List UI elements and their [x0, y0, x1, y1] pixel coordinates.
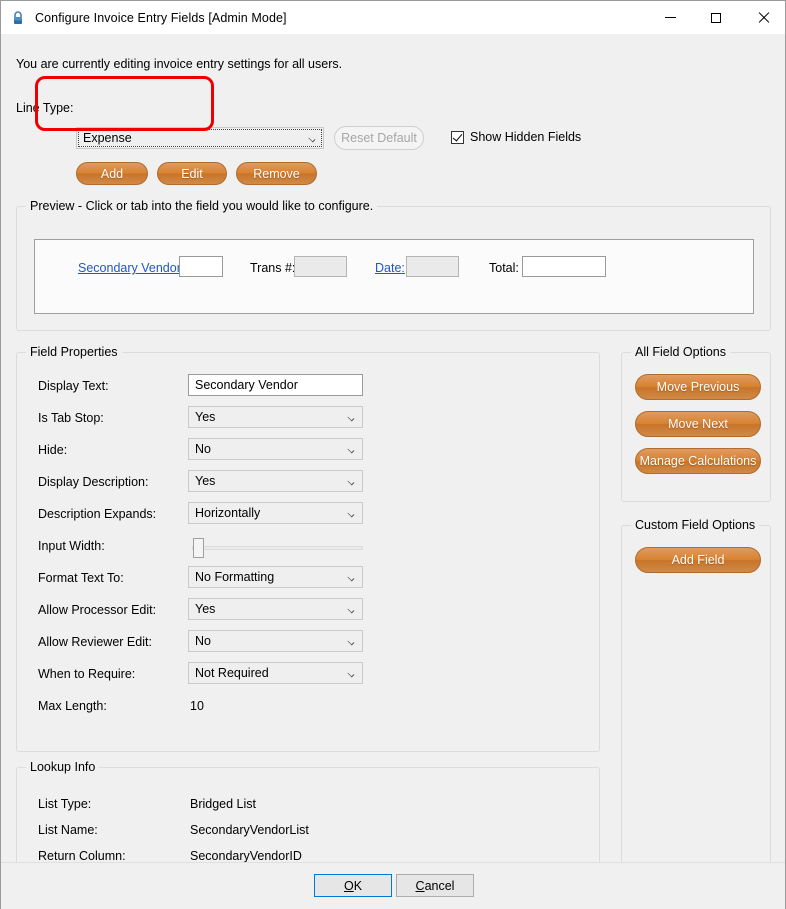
- ok-button[interactable]: OK: [314, 874, 392, 897]
- allow-reviewer-edit-select[interactable]: No: [188, 630, 363, 652]
- hide-value: No: [195, 442, 211, 456]
- preview-input-date[interactable]: [406, 256, 459, 277]
- when-to-require-value: Not Required: [195, 666, 269, 680]
- chevron-down-icon: [348, 607, 355, 611]
- chevron-down-icon: [309, 136, 316, 140]
- chevron-down-icon: [348, 511, 355, 515]
- slider-thumb[interactable]: [193, 538, 204, 558]
- move-previous-button[interactable]: Move Previous: [635, 374, 761, 400]
- preview-input-secondary-vendor[interactable]: [179, 256, 223, 277]
- value-list-type: Bridged List: [190, 797, 257, 811]
- show-hidden-fields-label: Show Hidden Fields: [470, 130, 582, 144]
- window-controls: [647, 1, 785, 34]
- maximize-icon: [711, 12, 721, 23]
- value-list-name: SecondaryVendorList: [190, 823, 309, 837]
- label-list-type: List Type:: [38, 797, 92, 811]
- all-field-options-group: All Field Options Move Previous Move Nex…: [621, 345, 771, 502]
- allow-reviewer-edit-value: No: [195, 634, 211, 648]
- all-field-options-legend: All Field Options: [631, 345, 731, 359]
- description-expands-select[interactable]: Horizontally: [188, 502, 363, 524]
- label-return-column: Return Column:: [38, 849, 126, 863]
- minimize-button[interactable]: [647, 1, 693, 34]
- label-max-length: Max Length:: [38, 699, 107, 713]
- ok-mnemonic: O: [343, 878, 354, 893]
- hide-select[interactable]: No: [188, 438, 363, 460]
- chevron-down-icon: [348, 639, 355, 643]
- chevron-down-icon: [348, 415, 355, 419]
- lookup-info-group: Lookup Info List Type: Bridged List List…: [16, 760, 600, 875]
- custom-field-options-legend: Custom Field Options: [631, 518, 760, 532]
- preview-canvas[interactable]: [34, 239, 754, 314]
- minimize-icon: [664, 17, 676, 18]
- allow-processor-edit-value: Yes: [195, 602, 216, 616]
- preview-label-secondary-vendor[interactable]: Secondary Vendor:: [78, 261, 184, 275]
- ok-label-rest: K: [353, 878, 363, 893]
- display-text-input[interactable]: Secondary Vendor: [188, 374, 363, 396]
- add-field-button[interactable]: Add Field: [635, 547, 761, 573]
- label-allow-reviewer-edit: Allow Reviewer Edit:: [38, 635, 152, 649]
- cancel-mnemonic: C: [415, 878, 425, 893]
- format-text-to-select[interactable]: No Formatting: [188, 566, 363, 588]
- cancel-button[interactable]: Cancel: [396, 874, 474, 897]
- chevron-down-icon: [348, 447, 355, 451]
- allow-processor-edit-select[interactable]: Yes: [188, 598, 363, 620]
- display-description-select[interactable]: Yes: [188, 470, 363, 492]
- label-when-to-require: When to Require:: [38, 667, 136, 681]
- label-display-text: Display Text:: [38, 379, 109, 393]
- is-tab-stop-value: Yes: [195, 410, 216, 424]
- dialog-body: You are currently editing invoice entry …: [1, 34, 785, 875]
- move-next-button[interactable]: Move Next: [635, 411, 761, 437]
- window-title: Configure Invoice Entry Fields [Admin Mo…: [35, 10, 287, 25]
- selected-field-highlight: [35, 76, 214, 131]
- slider-track: [192, 546, 363, 550]
- chevron-down-icon: [348, 575, 355, 579]
- close-button[interactable]: [739, 1, 785, 34]
- title-bar: Configure Invoice Entry Fields [Admin Mo…: [1, 1, 785, 34]
- dialog-window: Configure Invoice Entry Fields [Admin Mo…: [0, 0, 786, 909]
- label-list-name: List Name:: [38, 823, 98, 837]
- display-text-value: Secondary Vendor: [195, 378, 298, 392]
- preview-label-date[interactable]: Date:: [375, 261, 405, 275]
- preview-label-trans-number: Trans #:: [250, 261, 296, 275]
- checkmark-icon: [451, 130, 464, 144]
- line-type-value: Expense: [83, 131, 132, 145]
- label-format-text-to: Format Text To:: [38, 571, 124, 585]
- is-tab-stop-select[interactable]: Yes: [188, 406, 363, 428]
- description-expands-value: Horizontally: [195, 506, 261, 520]
- preview-label-total: Total:: [489, 261, 519, 275]
- label-description-expands: Description Expands:: [38, 507, 157, 521]
- preview-input-trans-number[interactable]: [294, 256, 347, 277]
- show-hidden-fields-checkbox[interactable]: Show Hidden Fields: [451, 130, 581, 144]
- label-hide: Hide:: [38, 443, 68, 457]
- value-return-column: SecondaryVendorID: [190, 849, 302, 863]
- close-icon: [757, 12, 768, 23]
- preview-input-total[interactable]: [522, 256, 606, 277]
- lock-icon: [10, 10, 26, 26]
- display-description-value: Yes: [195, 474, 216, 488]
- preview-legend: Preview - Click or tab into the field yo…: [26, 199, 378, 213]
- maximize-button[interactable]: [693, 1, 739, 34]
- chevron-down-icon: [348, 671, 355, 675]
- max-length-value: 10: [190, 699, 204, 713]
- edit-button[interactable]: Edit: [157, 162, 227, 185]
- input-width-slider[interactable]: [188, 536, 363, 558]
- chevron-down-icon: [348, 479, 355, 483]
- reset-default-button[interactable]: Reset Default: [334, 126, 424, 150]
- lookup-info-legend: Lookup Info: [26, 760, 100, 774]
- info-text: You are currently editing invoice entry …: [16, 57, 343, 71]
- format-text-to-value: No Formatting: [195, 570, 275, 584]
- dialog-footer: OK Cancel: [1, 862, 785, 909]
- label-is-tab-stop: Is Tab Stop:: [38, 411, 104, 425]
- add-button[interactable]: Add: [76, 162, 148, 185]
- when-to-require-select[interactable]: Not Required: [188, 662, 363, 684]
- custom-field-options-group: Custom Field Options Add Field: [621, 518, 771, 875]
- label-allow-processor-edit: Allow Processor Edit:: [38, 603, 157, 617]
- manage-calculations-button[interactable]: Manage Calculations: [635, 448, 761, 474]
- field-properties-group: Field Properties Display Text: Secondary…: [16, 345, 600, 752]
- remove-button[interactable]: Remove: [236, 162, 317, 185]
- label-input-width: Input Width:: [38, 539, 105, 553]
- label-display-description: Display Description:: [38, 475, 149, 489]
- field-properties-legend: Field Properties: [26, 345, 122, 359]
- cancel-label-rest: ancel: [424, 878, 455, 893]
